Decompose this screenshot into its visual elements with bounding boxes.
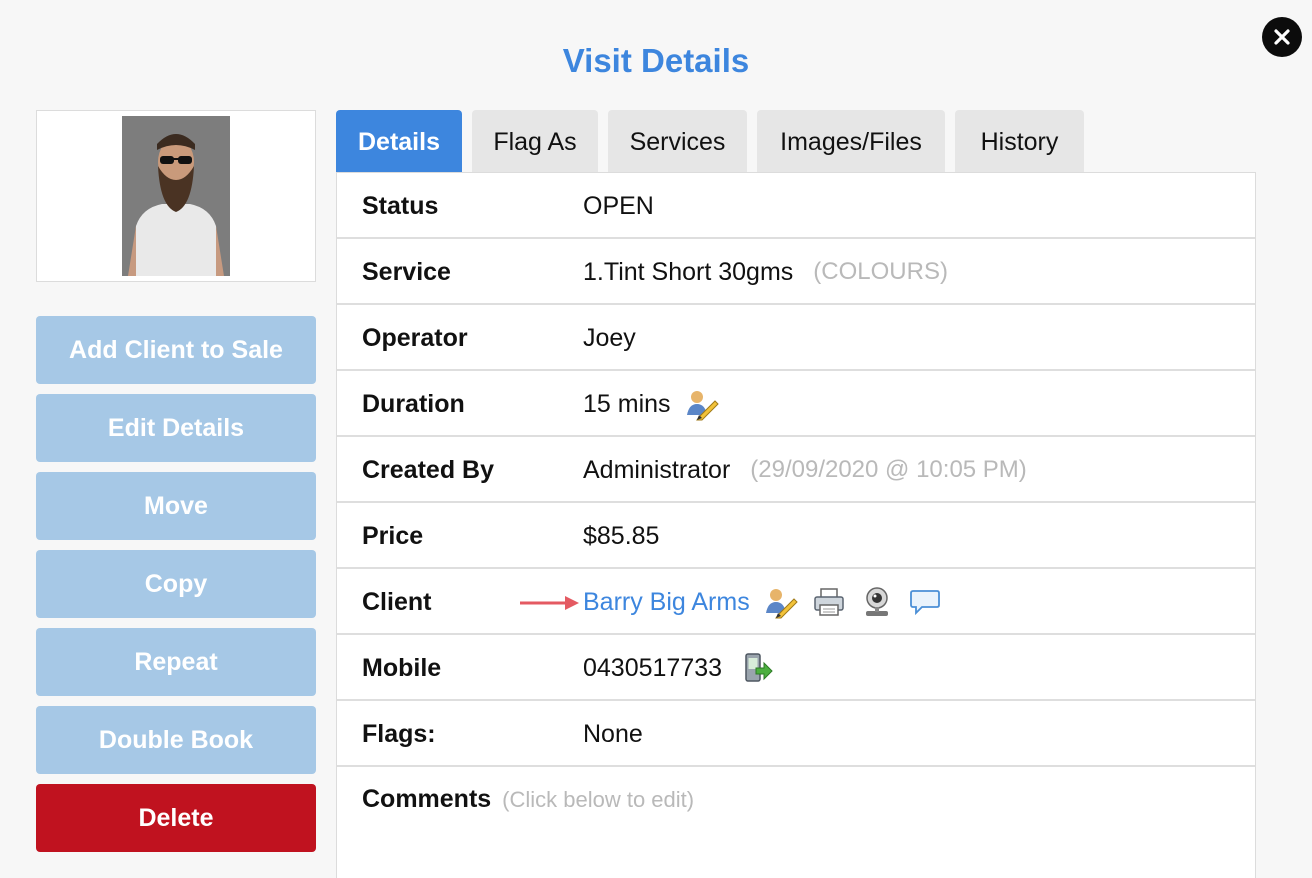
client-avatar-image: [122, 116, 230, 276]
operator-value: Joey: [583, 323, 636, 352]
repeat-button[interactable]: Repeat: [36, 628, 316, 696]
duration-row: Duration 15 mins: [337, 371, 1255, 437]
tab-images-files[interactable]: Images/Files: [757, 110, 945, 174]
created-by-value: Administrator: [583, 455, 731, 484]
comments-section[interactable]: Comments (Click below to edit): [362, 785, 694, 814]
edit-client-icon[interactable]: [764, 585, 798, 619]
comments-hint: (Click below to edit): [502, 787, 695, 812]
duration-value: 15 mins: [583, 389, 671, 418]
dialog-title: Visit Details: [562, 42, 750, 79]
mobile-value: 0430517733: [583, 653, 723, 682]
edit-details-button[interactable]: Edit Details: [36, 394, 316, 462]
sms-phone-icon[interactable]: [740, 651, 774, 685]
service-category: (COLOURS): [813, 258, 948, 285]
status-label: Status: [362, 192, 439, 220]
client-name-link[interactable]: Barry Big Arms: [583, 588, 750, 617]
flags-label: Flags:: [362, 720, 436, 748]
price-label: Price: [362, 522, 424, 550]
operator-label: Operator: [362, 324, 468, 352]
tab-services[interactable]: Services: [608, 110, 747, 174]
status-value: OPEN: [583, 191, 654, 220]
tab-history[interactable]: History: [955, 110, 1084, 174]
mobile-label: Mobile: [362, 654, 442, 682]
client-photo: [36, 110, 316, 282]
details-panel: Status OPEN Service 1.Tint Short 30gms (…: [336, 172, 1256, 878]
flags-value: None: [583, 719, 643, 748]
service-label: Service: [362, 258, 451, 286]
price-value: $85.85: [583, 521, 660, 550]
mobile-row: Mobile 0430517733: [337, 635, 1255, 701]
client-label: Client: [362, 588, 432, 616]
created-timestamp: (29/09/2020 @ 10:05 PM): [750, 456, 1027, 483]
copy-button[interactable]: Copy: [36, 550, 316, 618]
price-row: Price $85.85: [337, 503, 1255, 569]
service-row: Service 1.Tint Short 30gms (COLOURS): [337, 239, 1255, 305]
webcam-icon[interactable]: [860, 585, 894, 619]
add-client-to-sale-button[interactable]: Add Client to Sale: [36, 316, 316, 384]
flags-row: Flags: None: [337, 701, 1255, 767]
pointer-arrow-icon: [520, 596, 579, 610]
created-by-row: Created By Administrator (29/09/2020 @ 1…: [337, 437, 1255, 503]
move-button[interactable]: Move: [36, 472, 316, 540]
created-by-label: Created By: [362, 456, 494, 484]
service-value: 1.Tint Short 30gms: [583, 257, 794, 286]
tab-flag-as[interactable]: Flag As: [472, 110, 598, 174]
printer-icon[interactable]: [812, 585, 846, 619]
duration-label: Duration: [362, 390, 465, 418]
delete-button[interactable]: Delete: [36, 784, 316, 852]
edit-user-icon[interactable]: [685, 387, 719, 421]
comments-label: Comments: [362, 785, 492, 813]
speech-bubble-icon[interactable]: [908, 585, 942, 619]
double-book-button[interactable]: Double Book: [36, 706, 316, 774]
tab-details[interactable]: Details: [336, 110, 462, 174]
operator-row: Operator Joey: [337, 305, 1255, 371]
client-row: Client Barry Big Arms: [337, 569, 1255, 635]
status-row: Status OPEN: [337, 173, 1255, 239]
